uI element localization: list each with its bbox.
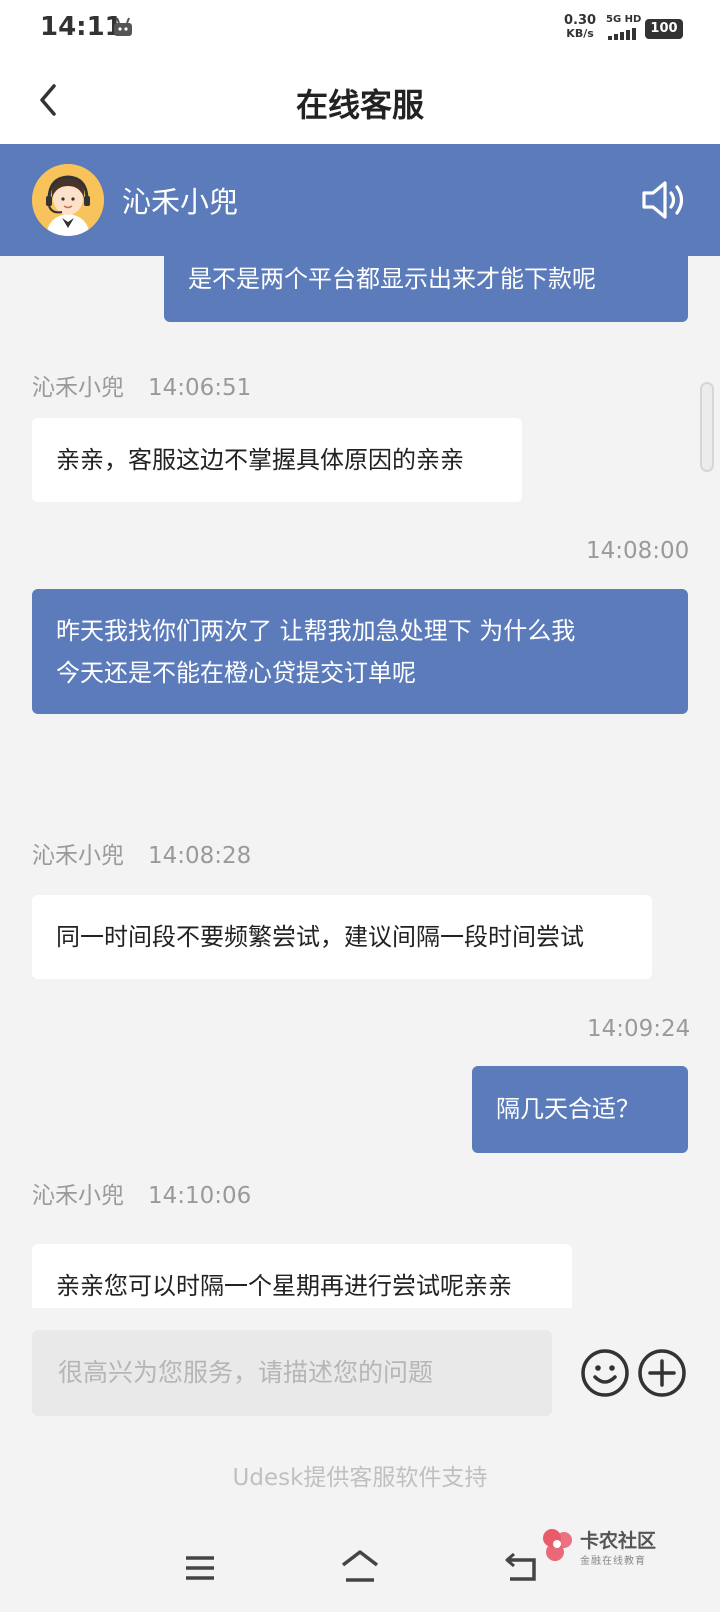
message-bubble-incoming: 同一时间段不要频繁尝试，建议间隔一段时间尝试: [32, 895, 652, 979]
watermark-title: 卡农社区: [580, 1530, 657, 1552]
agent-header: 沁禾小兜: [0, 144, 720, 256]
sender-name: 沁禾小兜: [32, 843, 124, 869]
status-time: 14:11: [40, 12, 123, 42]
page-title: 在线客服: [295, 86, 424, 124]
add-attachment-icon[interactable]: [637, 1348, 687, 1398]
message-text: 亲亲您可以时隔一个星期再进行尝试呢亲亲: [56, 1272, 512, 1300]
agent-avatar: [32, 164, 104, 236]
message-text-line: 昨天我找你们两次了 让帮我加急处理下 为什么我: [56, 617, 576, 645]
composer: 很高兴为您服务，请描述您的问题 Udesk提供客服软件支持: [0, 1308, 720, 1518]
watermark-subtitle: 金融在线教育: [580, 1556, 646, 1567]
nav-bar: 在线客服: [0, 58, 720, 144]
menu-icon[interactable]: [184, 1554, 216, 1582]
home-icon[interactable]: [340, 1548, 380, 1584]
message-bubble-incoming: 亲亲您可以时隔一个星期再进行尝试呢亲亲: [32, 1244, 572, 1308]
status-bar: 14:11 0.30 KB/s 5G HD 100: [0, 0, 720, 58]
battery-icon: 100: [645, 19, 683, 39]
message-time: 14:06:51: [148, 375, 252, 401]
message-time: 14:08:00: [586, 538, 690, 564]
message-bubble-incoming: 亲亲，客服这边不掌握具体原因的亲亲: [32, 418, 522, 502]
message-text: 同一时间段不要频繁尝试，建议间隔一段时间尝试: [56, 923, 584, 951]
message-meta: 沁禾小兜 14:06:51: [32, 368, 251, 402]
emoji-icon[interactable]: [580, 1348, 630, 1398]
network-speed-unit: KB/s: [566, 27, 594, 40]
network-type: 5G HD: [606, 14, 642, 25]
message-meta: 沁禾小兜 14:08:28: [32, 836, 251, 870]
message-bubble-outgoing: 昨天我找你们两次了 让帮我加急处理下 为什么我 今天还是不能在橙心贷提交订单呢: [32, 589, 688, 714]
agent-name: 沁禾小兜: [122, 185, 239, 219]
message-text-line: 今天还是不能在橙心贷提交订单呢: [56, 659, 416, 687]
message-text: 亲亲，客服这边不掌握具体原因的亲亲: [56, 446, 464, 474]
message-text: 隔几天合适？: [496, 1095, 640, 1123]
message-time: 14:09:24: [587, 1016, 691, 1042]
chat-message-list[interactable]: 是不是两个平台都显示出来才能下款呢 沁禾小兜 14:06:51 亲亲，客服这边不掌…: [0, 256, 720, 1308]
watermark-logo-icon: [543, 1529, 572, 1561]
system-navigation-bar: 卡农社区 金融在线教育: [0, 1518, 720, 1612]
message-meta: 沁禾小兜 14:10:06: [32, 1176, 251, 1210]
android-notification-icon: [114, 17, 132, 36]
message-text: 是不是两个平台都显示出来才能下款呢: [188, 265, 596, 293]
message-bubble-outgoing: 隔几天合适？: [472, 1066, 688, 1153]
message-time: 14:10:06: [148, 1183, 252, 1209]
back-icon[interactable]: [504, 1552, 538, 1582]
powered-by-text: Udesk提供客服软件支持: [232, 1465, 488, 1491]
scrollbar[interactable]: [700, 382, 714, 472]
network-speed-value: 0.30: [564, 13, 597, 28]
customer-service-avatar-icon: [32, 164, 104, 236]
network-speed: 0.30 KB/s: [564, 14, 596, 40]
message-time: 14:08:28: [148, 843, 252, 869]
watermark: 卡农社区 金融在线教育: [540, 1524, 710, 1574]
message-input[interactable]: 很高兴为您服务，请描述您的问题: [32, 1330, 552, 1416]
sender-name: 沁禾小兜: [32, 375, 124, 401]
signal-icon: [608, 28, 636, 40]
sender-name: 沁禾小兜: [32, 1183, 124, 1209]
speaker-icon[interactable]: [640, 178, 688, 222]
message-bubble-outgoing: 是不是两个平台都显示出来才能下款呢: [164, 256, 688, 322]
